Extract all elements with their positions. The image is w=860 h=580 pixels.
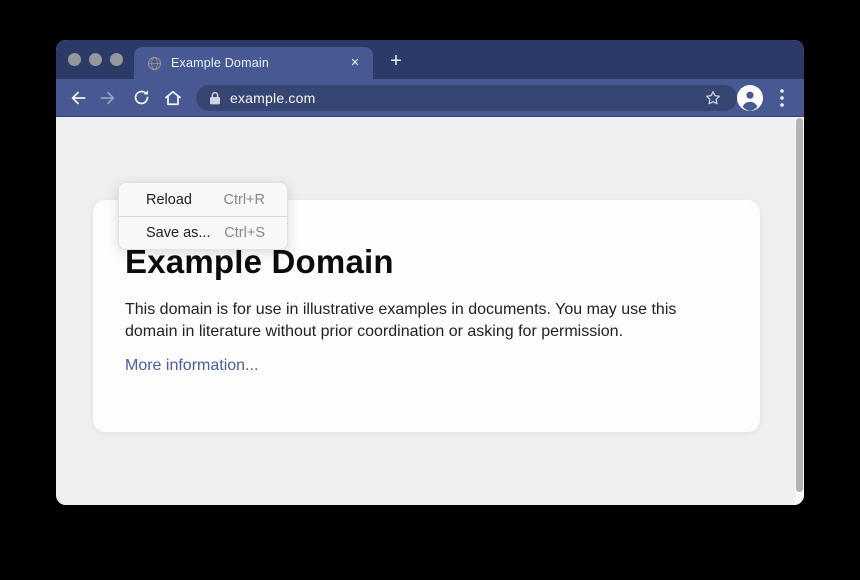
title-bar: Example Domain × + [56, 40, 804, 79]
forward-arrow-icon [98, 88, 118, 108]
menu-item-shortcut: Ctrl+R [224, 192, 266, 208]
menu-item-reload[interactable]: Reload Ctrl+R [119, 183, 287, 216]
tab-close-icon[interactable]: × [346, 54, 364, 72]
three-dots-icon [780, 89, 784, 107]
home-button[interactable] [160, 85, 186, 111]
scrollbar-track[interactable] [795, 117, 804, 505]
window-controls [68, 53, 123, 66]
window-minimize-button[interactable] [89, 53, 102, 66]
browser-window: Example Domain × + [56, 40, 804, 505]
back-arrow-icon [68, 88, 88, 108]
menu-item-label: Reload [146, 192, 192, 208]
browser-tab[interactable]: Example Domain × [134, 47, 373, 79]
tab-title: Example Domain [171, 56, 346, 70]
new-tab-button[interactable]: + [384, 50, 408, 72]
menu-item-label: Save as... [146, 225, 210, 241]
url-text: example.com [230, 90, 703, 106]
reload-icon [132, 88, 151, 107]
avatar-icon [737, 85, 763, 111]
browser-toolbar: example.com [56, 79, 804, 117]
back-button[interactable] [65, 85, 91, 111]
menu-item-save-as[interactable]: Save as... Ctrl+S [119, 216, 287, 249]
lock-icon[interactable] [209, 91, 221, 105]
reload-button[interactable] [128, 85, 154, 111]
globe-favicon-icon [147, 56, 162, 71]
scrollbar-thumb[interactable] [796, 118, 803, 492]
page-viewport: Example Domain This domain is for use in… [56, 117, 804, 505]
page-paragraph: This domain is for use in illustrative e… [125, 299, 713, 343]
window-close-button[interactable] [68, 53, 81, 66]
profile-avatar-button[interactable] [737, 85, 763, 111]
bookmark-star-icon[interactable] [703, 88, 723, 108]
address-bar[interactable]: example.com [196, 85, 737, 111]
home-icon [163, 88, 183, 108]
more-information-link[interactable]: More information... [125, 357, 258, 375]
menu-item-shortcut: Ctrl+S [224, 225, 265, 241]
forward-button[interactable] [95, 85, 121, 111]
browser-menu-button[interactable] [772, 88, 792, 108]
context-menu: Reload Ctrl+R Save as... Ctrl+S [118, 182, 288, 250]
window-zoom-button[interactable] [110, 53, 123, 66]
